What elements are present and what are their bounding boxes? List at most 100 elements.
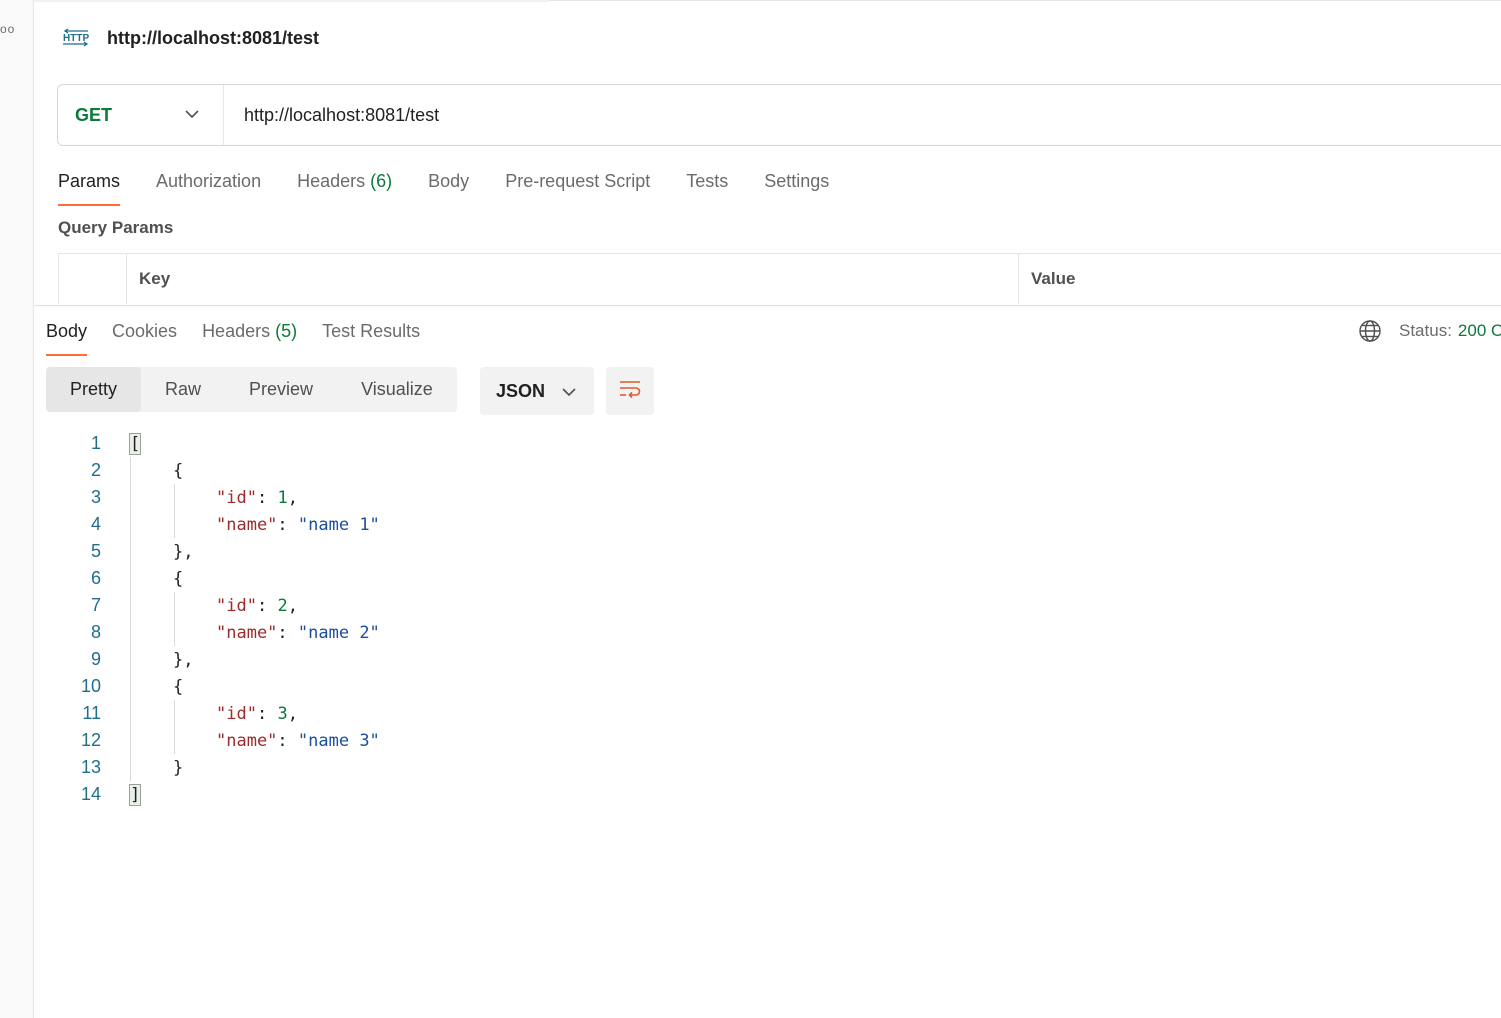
json-value: 1 bbox=[277, 487, 288, 508]
status-label: Status: bbox=[1399, 321, 1452, 340]
code-content: }, bbox=[173, 650, 193, 670]
chevron-down-icon bbox=[562, 381, 576, 402]
json-bracket: [ bbox=[128, 432, 142, 455]
query-params-table: Key Value bbox=[58, 253, 1501, 304]
line-number: 8 bbox=[90, 622, 101, 642]
value-column-header: Value bbox=[1031, 269, 1076, 288]
view-mode-group: Pretty Raw Preview Visualize bbox=[46, 367, 457, 412]
request-title[interactable]: http://localhost:8081/test bbox=[107, 28, 319, 49]
line-number: 10 bbox=[80, 676, 101, 696]
line-number: 11 bbox=[82, 703, 101, 723]
headers-count: (6) bbox=[370, 171, 393, 191]
tab-pre-request-script[interactable]: Pre-request Script bbox=[505, 166, 650, 206]
tab-tests[interactable]: Tests bbox=[686, 166, 728, 206]
wrap-lines-icon bbox=[618, 379, 642, 404]
response-tab-cookies[interactable]: Cookies bbox=[112, 316, 177, 356]
code-content: ] bbox=[128, 783, 142, 806]
status-value[interactable]: 200 O bbox=[1458, 321, 1501, 341]
json-key: "id" bbox=[216, 487, 257, 508]
tab-body[interactable]: Body bbox=[428, 166, 469, 206]
method-select[interactable]: GET bbox=[58, 85, 224, 145]
response-tabs: Body Cookies Headers (5) Test Results bbox=[46, 316, 445, 356]
code-content: { bbox=[173, 677, 183, 697]
response-tab-body[interactable]: Body bbox=[46, 316, 88, 356]
response-body-code[interactable]: 1[2{3 "id": 1, 4 "name": "name 1" 5}, 6{7 "id"… bbox=[46, 430, 846, 808]
line-number: 6 bbox=[90, 568, 101, 588]
line-number: 9 bbox=[90, 649, 101, 669]
url-input[interactable]: http://localhost:8081/test bbox=[224, 105, 439, 126]
line-number: 3 bbox=[90, 487, 101, 507]
wrap-lines-button[interactable] bbox=[606, 367, 654, 415]
tab-settings[interactable]: Settings bbox=[764, 166, 829, 206]
response-tab-test-results[interactable]: Test Results bbox=[322, 316, 420, 356]
code-content: } bbox=[173, 758, 183, 778]
request-header: HTTP http://localhost:8081/test bbox=[62, 24, 319, 52]
json-comma: , bbox=[287, 703, 298, 724]
json-value: "name 1" bbox=[297, 514, 380, 535]
response-tab-headers[interactable]: Headers (5) bbox=[202, 316, 297, 356]
url-bar: GET http://localhost:8081/test bbox=[57, 84, 1501, 146]
tab-authorization[interactable]: Authorization bbox=[156, 166, 261, 206]
code-content: "name": "name 3" bbox=[216, 730, 380, 751]
json-comma: , bbox=[287, 487, 298, 508]
code-content: "name": "name 2" bbox=[216, 622, 380, 643]
json-key: "name" bbox=[216, 730, 278, 751]
json-value: "name 3" bbox=[297, 730, 380, 751]
json-bracket: }, bbox=[173, 649, 194, 670]
json-bracket: ] bbox=[128, 783, 142, 806]
view-pretty-button[interactable]: Pretty bbox=[46, 367, 142, 412]
json-value: 2 bbox=[277, 595, 288, 616]
more-icon[interactable]: oo bbox=[0, 22, 15, 36]
request-tabs: Params Authorization Headers (6) Body Pr… bbox=[58, 166, 865, 206]
json-bracket: { bbox=[173, 460, 184, 481]
code-content: }, bbox=[173, 542, 193, 562]
response-headers-count: (5) bbox=[275, 321, 298, 341]
code-line: 9}, bbox=[46, 646, 846, 673]
tab-params[interactable]: Params bbox=[58, 166, 121, 206]
line-number: 5 bbox=[90, 541, 101, 561]
json-value: 3 bbox=[277, 703, 288, 724]
code-line: 11 "id": 3, bbox=[46, 700, 846, 727]
format-label: JSON bbox=[496, 380, 546, 401]
json-key: "id" bbox=[216, 595, 257, 616]
line-number: 13 bbox=[80, 757, 101, 777]
line-number: 1 bbox=[90, 433, 101, 453]
line-number: 12 bbox=[80, 730, 101, 750]
line-number: 7 bbox=[90, 595, 101, 615]
tab-headers[interactable]: Headers (6) bbox=[297, 166, 392, 206]
json-key: "id" bbox=[216, 703, 257, 724]
key-column-header: Key bbox=[127, 254, 1019, 304]
code-content: "id": 3, bbox=[216, 703, 298, 724]
code-content: [ bbox=[128, 432, 142, 455]
code-line: 6{ bbox=[46, 565, 846, 592]
code-line: 7 "id": 2, bbox=[46, 592, 846, 619]
code-content: { bbox=[173, 461, 183, 481]
globe-icon[interactable] bbox=[1358, 319, 1382, 343]
code-line: 2{ bbox=[46, 457, 846, 484]
code-line: 5}, bbox=[46, 538, 846, 565]
view-preview-button[interactable]: Preview bbox=[225, 367, 337, 412]
line-number: 2 bbox=[90, 460, 101, 480]
view-raw-button[interactable]: Raw bbox=[141, 367, 225, 412]
format-select[interactable]: JSON bbox=[480, 367, 594, 415]
code-content: "id": 1, bbox=[216, 487, 298, 508]
code-line: 4 "name": "name 1" bbox=[46, 511, 846, 538]
code-line: 10 { bbox=[46, 673, 846, 700]
json-bracket: { bbox=[173, 568, 184, 589]
method-label: GET bbox=[75, 104, 113, 125]
json-key: "name" bbox=[216, 514, 278, 535]
status-area: Status: 200 O bbox=[1358, 318, 1501, 344]
line-number: 4 bbox=[90, 514, 101, 534]
json-key: "name" bbox=[216, 622, 278, 643]
json-comma: , bbox=[287, 595, 298, 616]
http-icon: HTTP bbox=[62, 26, 90, 50]
code-line: 3 "id": 1, bbox=[46, 484, 846, 511]
tab-strip-line bbox=[549, 0, 1501, 1]
code-line: 12 "name": "name 3" bbox=[46, 727, 846, 754]
view-visualize-button[interactable]: Visualize bbox=[337, 367, 457, 412]
code-content: { bbox=[173, 569, 183, 589]
select-column bbox=[59, 254, 127, 304]
json-bracket: { bbox=[173, 676, 184, 697]
query-params-title: Query Params bbox=[58, 218, 174, 237]
pane-divider[interactable] bbox=[34, 305, 1501, 306]
